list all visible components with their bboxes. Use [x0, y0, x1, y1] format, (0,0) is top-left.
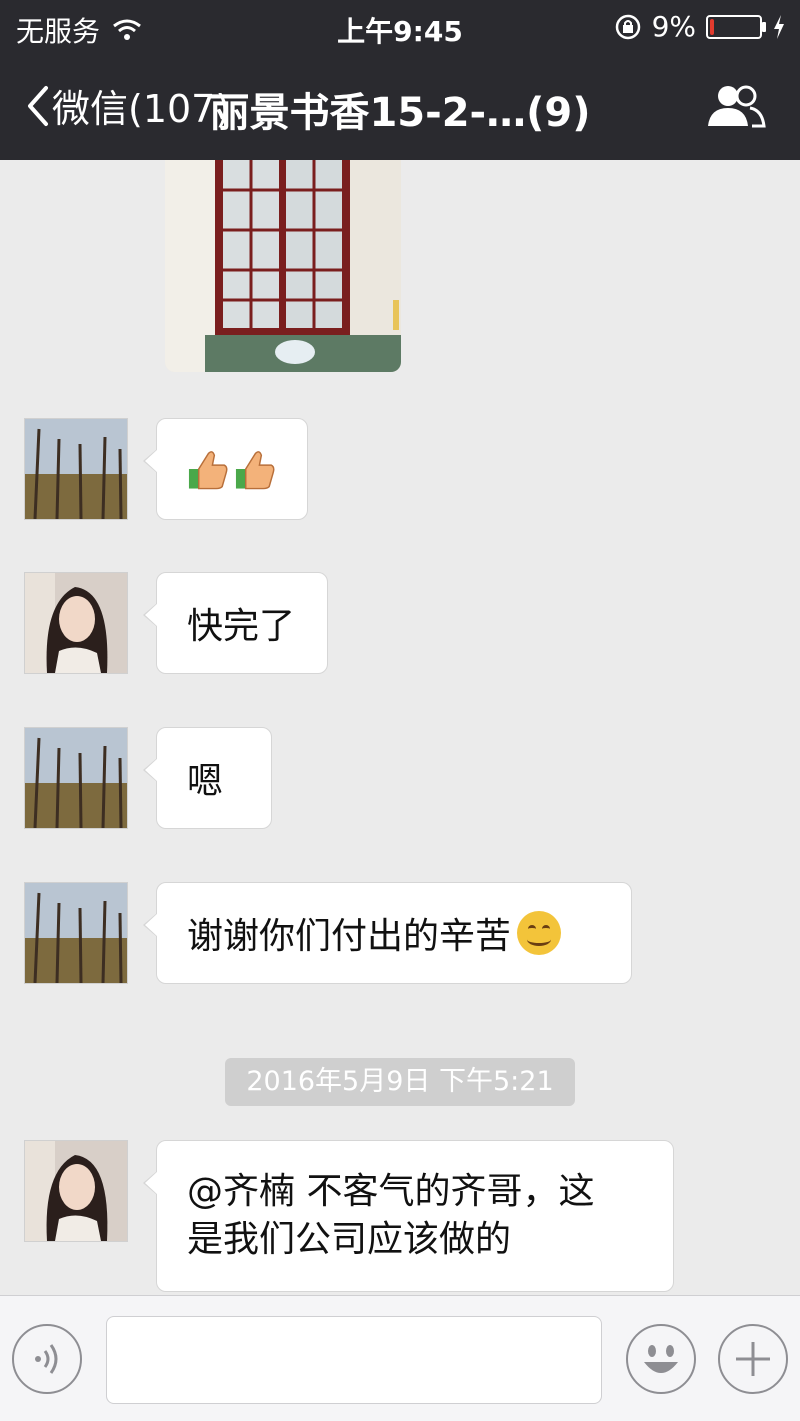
input-bar [0, 1295, 800, 1421]
message-bubble[interactable]: 谢谢你们付出的辛苦 [143, 882, 632, 984]
message-text: 嗯 [187, 761, 224, 802]
message-bubble[interactable]: 嗯 [143, 727, 272, 829]
avatar[interactable] [24, 418, 128, 520]
avatar[interactable] [24, 1140, 128, 1242]
message-text-line: @齐楠 不客气的齐哥，这 [187, 1171, 595, 1212]
avatar-trees-image [25, 883, 127, 983]
avatar[interactable] [24, 882, 128, 984]
message-text-line: 是我们公司应该做的 [187, 1219, 512, 1260]
rotation-lock-icon [615, 14, 640, 39]
message-bubble[interactable]: 快完了 [143, 572, 328, 674]
message-text: 谢谢你们付出的辛苦 [187, 916, 512, 957]
avatar-trees-image [25, 419, 127, 519]
smiley-face-icon [644, 1345, 678, 1373]
group-members-icon[interactable] [706, 82, 766, 130]
voice-button[interactable] [12, 1324, 82, 1394]
header: 无服务 上午9:45 9% 微信(107) 丽景书香15-2-…(9) [0, 0, 800, 160]
thumbs-up-icon [235, 451, 275, 490]
battery-percent: 9% [651, 10, 696, 43]
nav-bar: 微信(107) 丽景书香15-2-…(9) [0, 62, 800, 152]
message-bubble[interactable]: @齐楠 不客气的齐哥，这 是我们公司应该做的 [143, 1140, 674, 1292]
chat-title: 丽景书香15-2-…(9) [209, 90, 591, 136]
avatar[interactable] [24, 727, 128, 829]
photo-message[interactable] [165, 160, 401, 372]
message-bubble[interactable] [143, 418, 308, 520]
message-input[interactable] [106, 1316, 602, 1404]
smiley-emoji-icon [517, 911, 562, 955]
timestamp-label: 2016年5月9日 下午5:21 [225, 1058, 575, 1106]
room-door-photo [165, 160, 401, 372]
message-text: 快完了 [187, 606, 296, 647]
more-button[interactable] [718, 1324, 788, 1394]
battery-icon [706, 14, 766, 39]
emoji-button[interactable] [626, 1324, 696, 1394]
avatar-trees-image [25, 728, 127, 828]
plus-icon [736, 1342, 770, 1376]
thumbs-up-icon [188, 451, 228, 490]
status-bar: 无服务 上午9:45 9% [0, 0, 800, 54]
avatar-woman-image [25, 1141, 127, 1241]
chat-area[interactable]: 快完了 嗯 谢谢你们付出的辛苦 2016年5月9日 下午5:21 @齐楠 不客气… [0, 160, 800, 1295]
voice-icon [35, 1344, 58, 1374]
avatar[interactable] [24, 572, 128, 674]
charging-bolt-icon [774, 14, 784, 39]
avatar-woman-image [25, 573, 127, 673]
